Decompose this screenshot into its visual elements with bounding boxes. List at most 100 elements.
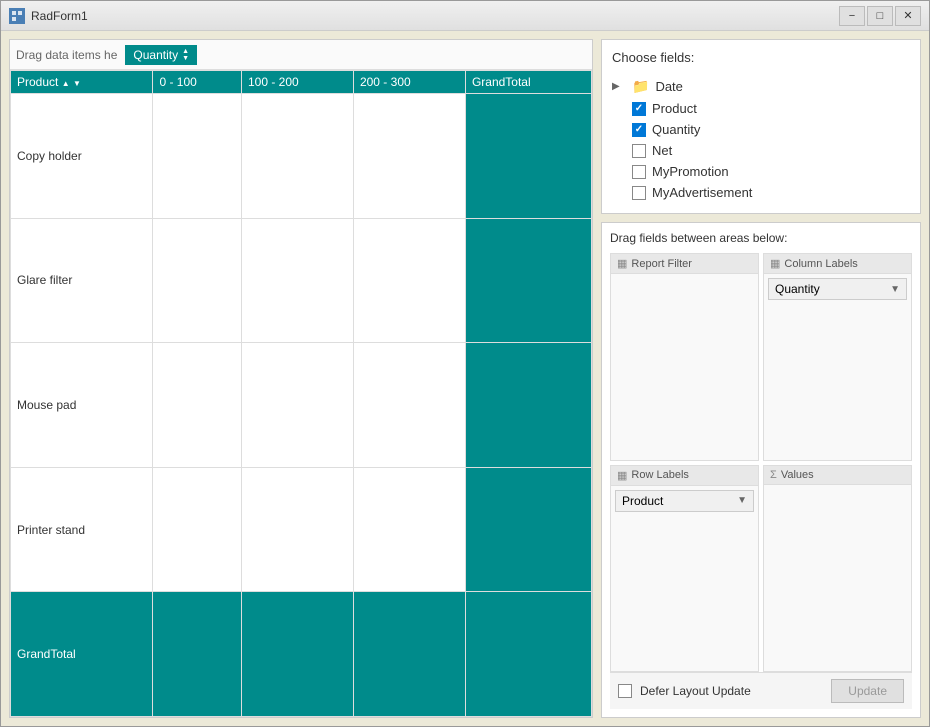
table-row-grandtotal: GrandTotal xyxy=(11,592,592,717)
row-label-copy-holder: Copy holder xyxy=(11,94,153,219)
drag-header-text: Drag data items he xyxy=(16,48,117,62)
field-item-myadvertisement[interactable]: MyAdvertisement xyxy=(612,182,910,203)
content-area: Drag data items he Quantity ▲▼ Product ▲… xyxy=(1,31,929,726)
checkbox-product[interactable] xyxy=(632,102,646,116)
column-labels-label: Column Labels xyxy=(784,258,857,270)
quantity-chip-label: Quantity xyxy=(133,48,178,62)
values-content xyxy=(764,485,911,672)
cell-glare-200-300 xyxy=(353,218,465,343)
checkbox-mypromotion[interactable] xyxy=(632,165,646,179)
drag-grid: ▦ Report Filter ▦ Column Labels xyxy=(610,253,912,672)
report-filter-label: Report Filter xyxy=(631,258,692,270)
cell-mouse-grand xyxy=(465,343,591,468)
window-icon xyxy=(9,8,25,24)
report-filter-area[interactable]: ▦ Report Filter xyxy=(610,253,759,461)
title-bar: RadForm1 − □ ✕ xyxy=(1,1,929,31)
field-label-date: Date xyxy=(655,79,682,94)
quantity-chip[interactable]: Quantity ▲▼ xyxy=(125,45,197,65)
title-bar-buttons: − □ ✕ xyxy=(839,6,921,26)
cell-grand-grand xyxy=(465,592,591,717)
cell-printer-100-200 xyxy=(241,467,353,592)
column-icon: ▦ xyxy=(770,257,780,270)
defer-checkbox[interactable] xyxy=(618,684,632,698)
row-labels-header: ▦ Row Labels xyxy=(611,466,758,486)
left-panel: Drag data items he Quantity ▲▼ Product ▲… xyxy=(9,39,593,718)
col-header-0-100[interactable]: 0 - 100 xyxy=(153,71,242,94)
cell-grand-200-300 xyxy=(353,592,465,717)
row-labels-content: Product ▼ xyxy=(611,486,758,672)
maximize-button[interactable]: □ xyxy=(867,6,893,26)
col-header-grandtotal[interactable]: GrandTotal xyxy=(465,71,591,94)
column-labels-header: ▦ Column Labels xyxy=(764,254,911,274)
drag-areas-panel: Drag fields between areas below: ▦ Repor… xyxy=(601,222,921,718)
field-item-product[interactable]: Product xyxy=(612,98,910,119)
sort-icons: ▲▼ xyxy=(182,48,189,62)
field-label-myadvertisement: MyAdvertisement xyxy=(652,185,752,200)
field-item-quantity[interactable]: Quantity xyxy=(612,119,910,140)
row-chip[interactable]: Product ▼ xyxy=(615,490,754,512)
row-labels-area[interactable]: ▦ Row Labels Product ▼ xyxy=(610,465,759,673)
update-button[interactable]: Update xyxy=(831,679,904,703)
table-header-row: Product ▲ ▼ 0 - 100 100 - 200 200 - 300 … xyxy=(11,71,592,94)
column-labels-content: Quantity ▼ xyxy=(764,274,911,460)
product-label: Product xyxy=(17,75,58,89)
fields-panel: Choose fields: ▶ 📁 Date Product Quantity xyxy=(601,39,921,214)
column-labels-area[interactable]: ▦ Column Labels Quantity ▼ xyxy=(763,253,912,461)
col-header-product[interactable]: Product ▲ ▼ xyxy=(11,71,153,94)
values-area[interactable]: Σ Values xyxy=(763,465,912,673)
sort-asc-icon: ▲ xyxy=(62,79,70,88)
col-header-200-300[interactable]: 200 - 300 xyxy=(353,71,465,94)
window-title: RadForm1 xyxy=(31,9,839,23)
report-filter-header: ▦ Report Filter xyxy=(611,254,758,274)
row-label-mouse-pad: Mouse pad xyxy=(11,343,153,468)
values-label: Values xyxy=(781,469,814,481)
cell-mouse-200-300 xyxy=(353,343,465,468)
cell-copy-0-100 xyxy=(153,94,242,219)
minimize-button[interactable]: − xyxy=(839,6,865,26)
table-row: Printer stand xyxy=(11,467,592,592)
cell-glare-grand xyxy=(465,218,591,343)
cell-grand-100-200 xyxy=(241,592,353,717)
chevron-down-icon: ▼ xyxy=(890,284,900,295)
checkbox-net[interactable] xyxy=(632,144,646,158)
main-window: RadForm1 − □ ✕ Drag data items he Quanti… xyxy=(0,0,930,727)
row-label-glare-filter: Glare filter xyxy=(11,218,153,343)
fields-title: Choose fields: xyxy=(612,50,910,65)
field-label-product: Product xyxy=(652,101,697,116)
drag-areas-title: Drag fields between areas below: xyxy=(610,231,912,245)
cell-printer-grand xyxy=(465,467,591,592)
defer-label: Defer Layout Update xyxy=(640,684,823,698)
row-labels-label: Row Labels xyxy=(631,469,688,481)
pivot-table: Product ▲ ▼ 0 - 100 100 - 200 200 - 300 … xyxy=(10,70,592,717)
field-item-mypromotion[interactable]: MyPromotion xyxy=(612,161,910,182)
column-chip-label: Quantity xyxy=(775,282,820,296)
close-button[interactable]: ✕ xyxy=(895,6,921,26)
column-chip[interactable]: Quantity ▼ xyxy=(768,278,907,300)
field-label-mypromotion: MyPromotion xyxy=(652,164,729,179)
cell-glare-0-100 xyxy=(153,218,242,343)
values-header: Σ Values xyxy=(764,466,911,485)
right-panel: Choose fields: ▶ 📁 Date Product Quantity xyxy=(601,39,921,718)
table-row: Copy holder xyxy=(11,94,592,219)
cell-glare-100-200 xyxy=(241,218,353,343)
col-header-100-200[interactable]: 100 - 200 xyxy=(241,71,353,94)
chevron-down-icon: ▼ xyxy=(737,495,747,506)
checkbox-quantity[interactable] xyxy=(632,123,646,137)
cell-printer-200-300 xyxy=(353,467,465,592)
report-filter-content xyxy=(611,274,758,460)
cell-printer-0-100 xyxy=(153,467,242,592)
field-item-date[interactable]: ▶ 📁 Date xyxy=(612,75,910,98)
table-row: Glare filter xyxy=(11,218,592,343)
expand-arrow-icon: ▶ xyxy=(612,81,626,92)
row-icon: ▦ xyxy=(617,469,627,482)
field-label-net: Net xyxy=(652,143,672,158)
filter-icon: ▦ xyxy=(617,257,627,270)
field-label-quantity: Quantity xyxy=(652,122,700,137)
row-label-grandtotal: GrandTotal xyxy=(11,592,153,717)
row-label-printer-stand: Printer stand xyxy=(11,467,153,592)
cell-copy-100-200 xyxy=(241,94,353,219)
folder-icon: 📁 xyxy=(632,78,649,95)
checkbox-myadvertisement[interactable] xyxy=(632,186,646,200)
field-item-net[interactable]: Net xyxy=(612,140,910,161)
sigma-icon: Σ xyxy=(770,469,777,481)
